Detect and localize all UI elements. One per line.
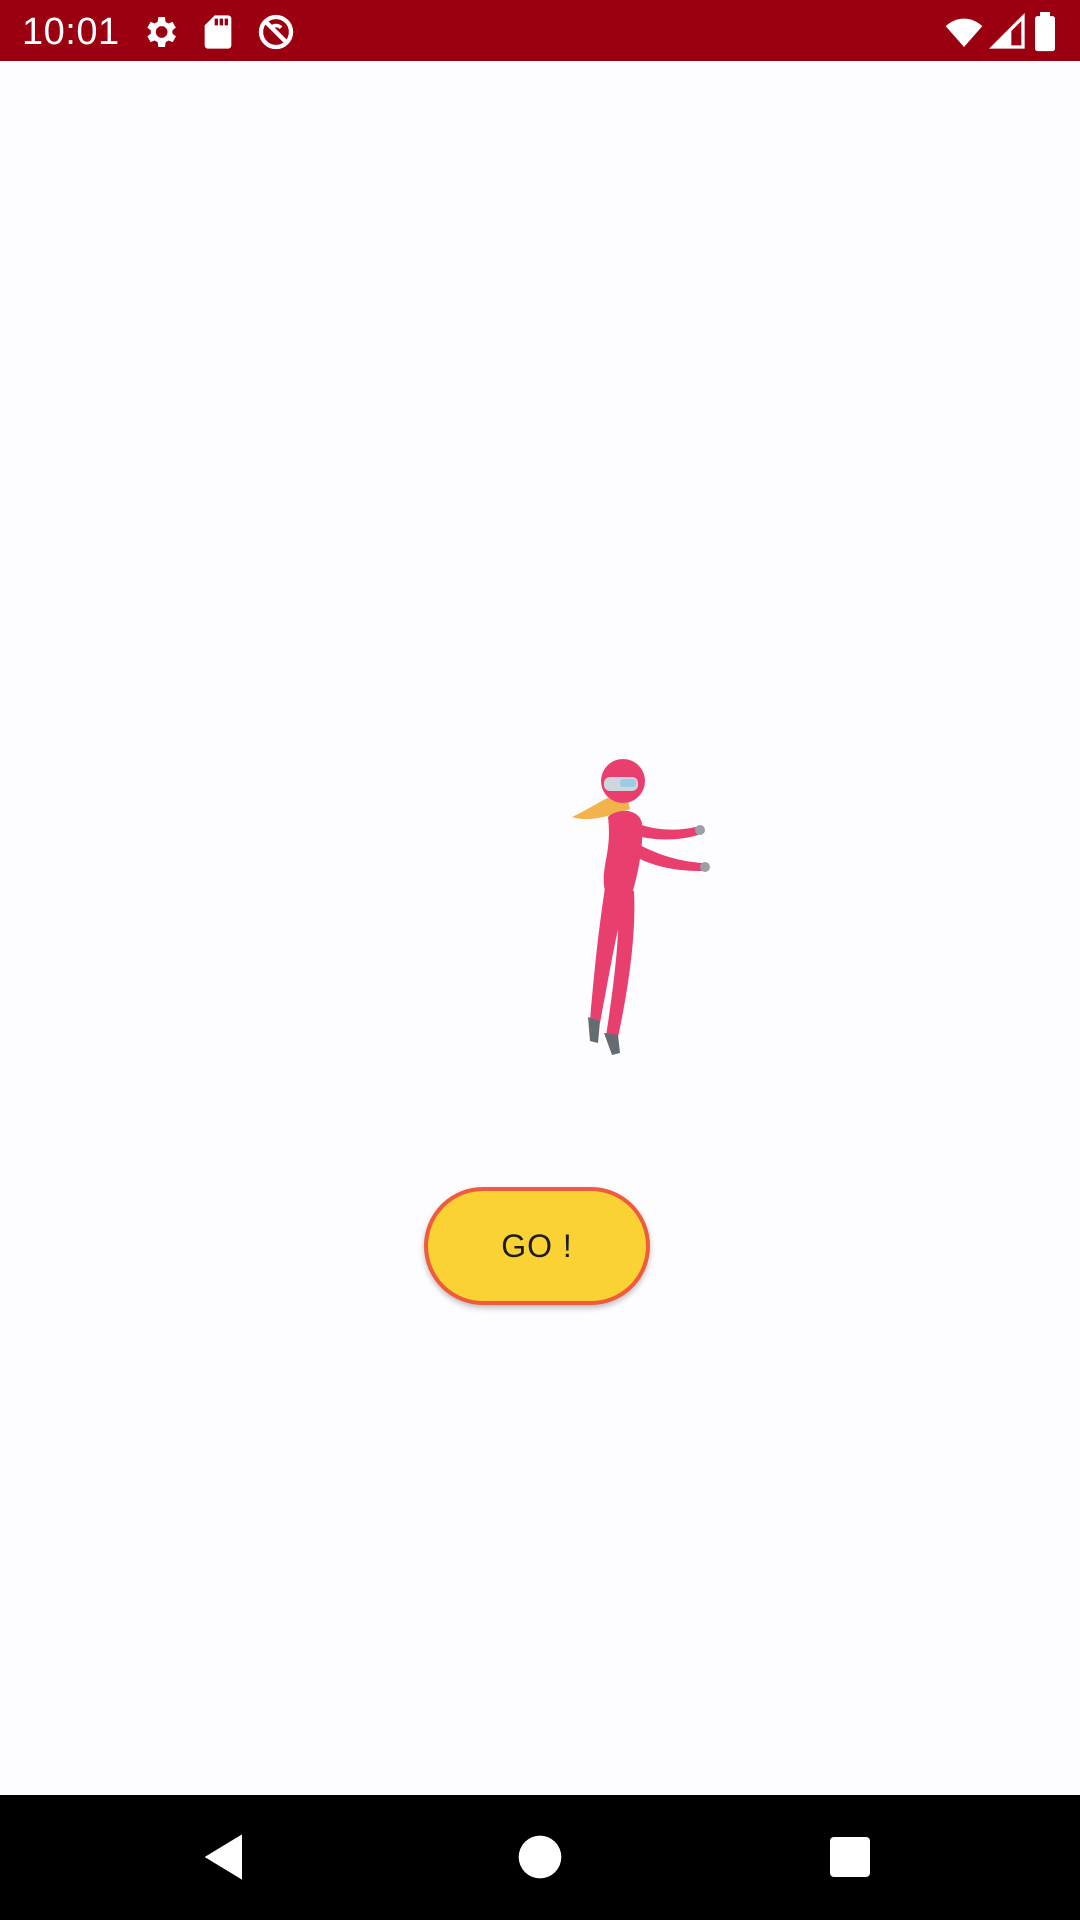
status-bar: 10:01 bbox=[0, 0, 1080, 61]
status-time: 10:01 bbox=[22, 11, 120, 53]
cell-signal-icon bbox=[988, 12, 1028, 52]
skydiver-illustration bbox=[560, 751, 720, 1071]
navigation-bar bbox=[0, 1795, 1080, 1920]
gear-icon bbox=[140, 12, 180, 52]
go-button[interactable]: GO ! bbox=[424, 1187, 650, 1305]
main-content: GO ! bbox=[0, 61, 1080, 1795]
back-icon[interactable] bbox=[194, 1825, 258, 1889]
app-screen: 10:01 GO ! bbox=[0, 0, 1080, 1920]
no-sync-icon bbox=[256, 12, 296, 52]
go-button-label: GO ! bbox=[501, 1227, 573, 1264]
sd-card-icon bbox=[198, 12, 238, 52]
recents-icon[interactable] bbox=[818, 1825, 882, 1889]
home-icon[interactable] bbox=[508, 1825, 572, 1889]
battery-icon bbox=[1030, 12, 1060, 52]
wifi-icon bbox=[944, 12, 984, 52]
